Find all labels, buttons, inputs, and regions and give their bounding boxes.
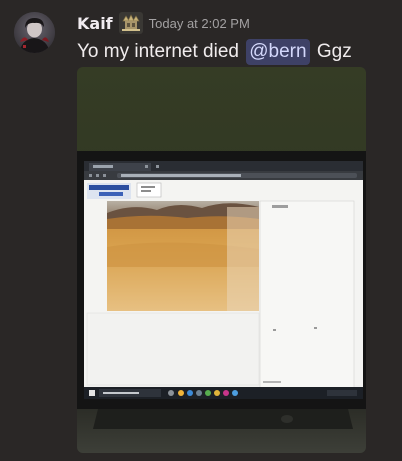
image-attachment[interactable]	[77, 67, 366, 453]
king-crown-icon[interactable]	[118, 12, 143, 34]
user-avatar[interactable]	[14, 12, 55, 53]
message-content: Yo my internet died @bern Ggz	[77, 38, 352, 66]
avatar-image	[14, 12, 55, 53]
chat-message-area: Kaif Today at 2:02 PM Yo my internet die…	[0, 0, 402, 461]
attachment-photo	[77, 67, 366, 453]
message-text: Yo my internet died	[77, 41, 239, 62]
message-header: Kaif Today at 2:02 PM	[77, 10, 250, 36]
author-name[interactable]: Kaif	[77, 14, 113, 33]
user-mention[interactable]: @bern	[246, 39, 310, 65]
message-text-end: Ggz	[316, 41, 352, 62]
message-timestamp[interactable]: Today at 2:02 PM	[149, 16, 250, 31]
